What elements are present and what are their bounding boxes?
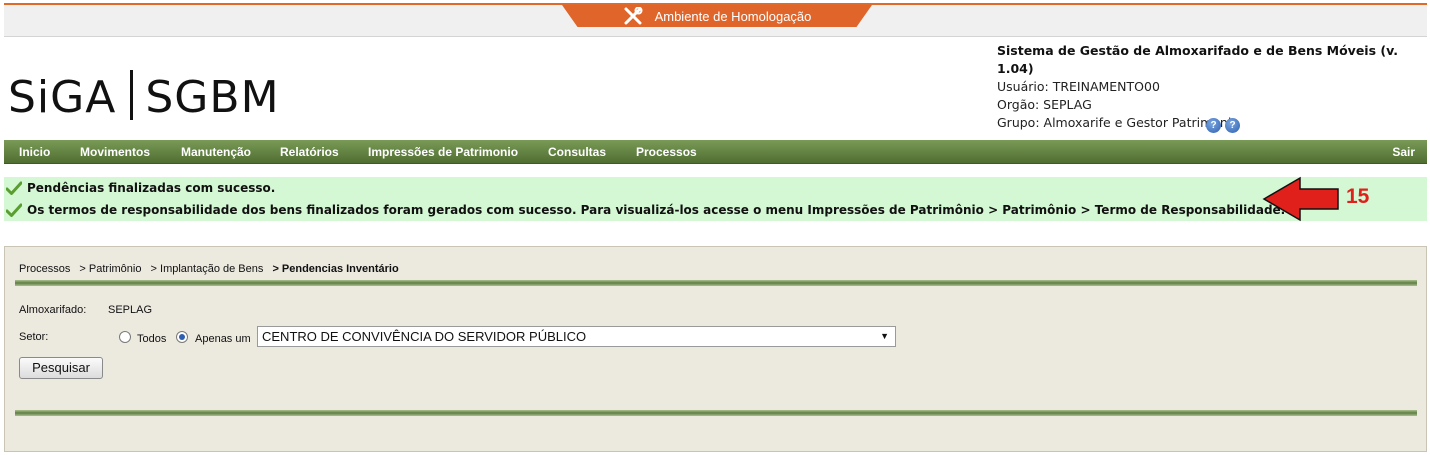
menu-item-impressoes[interactable]: Impressões de Patrimonio	[368, 140, 518, 164]
environment-label: Ambiente de Homologação	[654, 8, 812, 24]
environment-tab: Ambiente de Homologação	[562, 5, 872, 27]
sector-select[interactable]: CENTRO DE CONVIVÊNCIA DO SERVIDOR PÚBLIC…	[257, 326, 896, 347]
logo-siga: SiGA	[8, 72, 117, 123]
app-logo[interactable]: SiGA SGBM	[8, 70, 280, 130]
dropdown-arrow-icon: ▼	[880, 331, 889, 341]
logo-separator	[130, 70, 134, 120]
breadcrumb-item[interactable]: Processos	[19, 263, 70, 275]
logo-sgbm: SGBM	[145, 72, 280, 123]
success-message-text: Pendências finalizadas com sucesso.	[27, 181, 276, 195]
success-message: Pendências finalizadas com sucesso.	[6, 181, 275, 195]
breadcrumb-current: > Pendencias Inventário	[272, 263, 399, 275]
logout-link[interactable]: Sair	[1392, 140, 1415, 164]
annotation-number: 15	[1346, 185, 1370, 208]
menu-item-consultas[interactable]: Consultas	[548, 140, 606, 164]
menu-item-manutencao[interactable]: Manutenção	[181, 140, 251, 164]
menu-item-processos[interactable]: Processos	[636, 140, 697, 164]
help-icons: ? ?	[1206, 118, 1240, 133]
breadcrumb: Processos > Patrimônio > Implantação de …	[19, 263, 405, 275]
radio-apenas-um[interactable]	[176, 331, 188, 343]
menu-item-relatorios[interactable]: Relatórios	[280, 140, 339, 164]
sector-select-value: CENTRO DE CONVIVÊNCIA DO SERVIDOR PÚBLIC…	[262, 329, 587, 344]
divider	[15, 280, 1417, 286]
content-panel: Processos > Patrimônio > Implantação de …	[4, 246, 1427, 452]
user-info: Usuário: TREINAMENTO00	[997, 79, 1160, 94]
tools-icon	[624, 7, 643, 25]
radio-todos-label[interactable]: Todos	[137, 333, 166, 345]
org-info: Orgão: SEPLAG	[997, 97, 1092, 112]
radio-todos[interactable]	[119, 331, 131, 343]
radio-apenas-um-label[interactable]: Apenas um	[195, 333, 251, 345]
menu-item-inicio[interactable]: Inicio	[19, 140, 50, 164]
success-message-text: Os termos de responsabilidade dos bens f…	[27, 203, 1286, 217]
help-icon[interactable]: ?	[1206, 118, 1221, 133]
search-button[interactable]: Pesquisar	[19, 357, 103, 379]
environment-bar: Ambiente de Homologação	[4, 3, 1427, 37]
success-message: Os termos de responsabilidade dos bens f…	[6, 203, 1285, 217]
check-icon	[6, 203, 22, 217]
breadcrumb-item[interactable]: > Patrimônio	[79, 263, 141, 275]
check-icon	[6, 181, 22, 195]
almoxarifado-label: Almoxarifado:	[19, 304, 87, 316]
success-messages: Pendências finalizadas com sucesso. Os t…	[4, 177, 1427, 221]
help-icon[interactable]: ?	[1225, 118, 1240, 133]
system-title: Sistema de Gestão de Almoxarifado e de B…	[997, 43, 1398, 76]
main-menu: Inicio Movimentos Manutenção Relatórios …	[4, 140, 1427, 164]
breadcrumb-item[interactable]: > Implantação de Bens	[151, 263, 264, 275]
setor-label: Setor:	[19, 331, 49, 343]
divider	[15, 410, 1417, 416]
menu-item-movimentos[interactable]: Movimentos	[80, 140, 150, 164]
annotation-arrow-icon	[1262, 176, 1339, 222]
almoxarifado-value: SEPLAG	[108, 304, 153, 316]
